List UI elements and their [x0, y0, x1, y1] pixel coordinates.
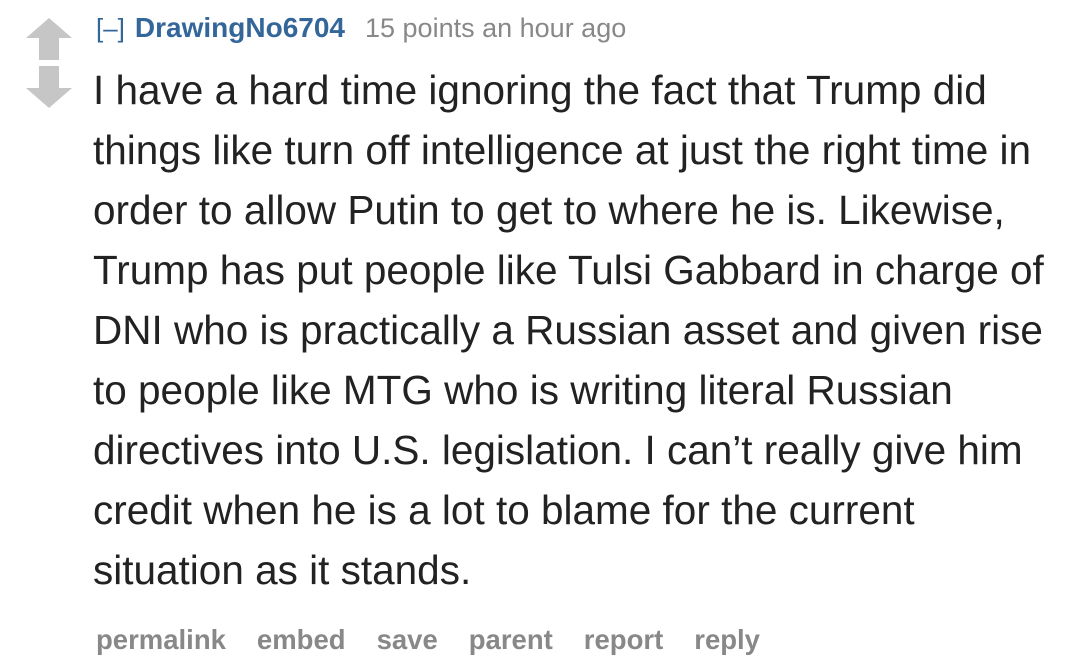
permalink-button[interactable]: permalink: [96, 618, 226, 662]
downvote-arrow-icon[interactable]: [24, 64, 74, 110]
author-link[interactable]: DrawingNo6704: [135, 12, 345, 43]
comment-tagline: [–] DrawingNo6704 15 points an hour ago: [96, 8, 626, 48]
score-text: 15 points: [365, 13, 475, 43]
parent-button[interactable]: parent: [469, 618, 553, 662]
vote-column: [24, 16, 74, 110]
timestamp-text: an hour ago: [482, 13, 627, 43]
comment-action-buttons: permalink embed save parent report reply: [96, 618, 791, 662]
embed-button[interactable]: embed: [257, 618, 346, 662]
reply-button[interactable]: reply: [694, 618, 760, 662]
report-button[interactable]: report: [584, 618, 663, 662]
collapse-toggle[interactable]: [–]: [96, 13, 125, 43]
save-button[interactable]: save: [377, 618, 438, 662]
comment-body: I have a hard time ignoring the fact tha…: [93, 67, 1044, 593]
upvote-arrow-icon[interactable]: [24, 16, 74, 62]
